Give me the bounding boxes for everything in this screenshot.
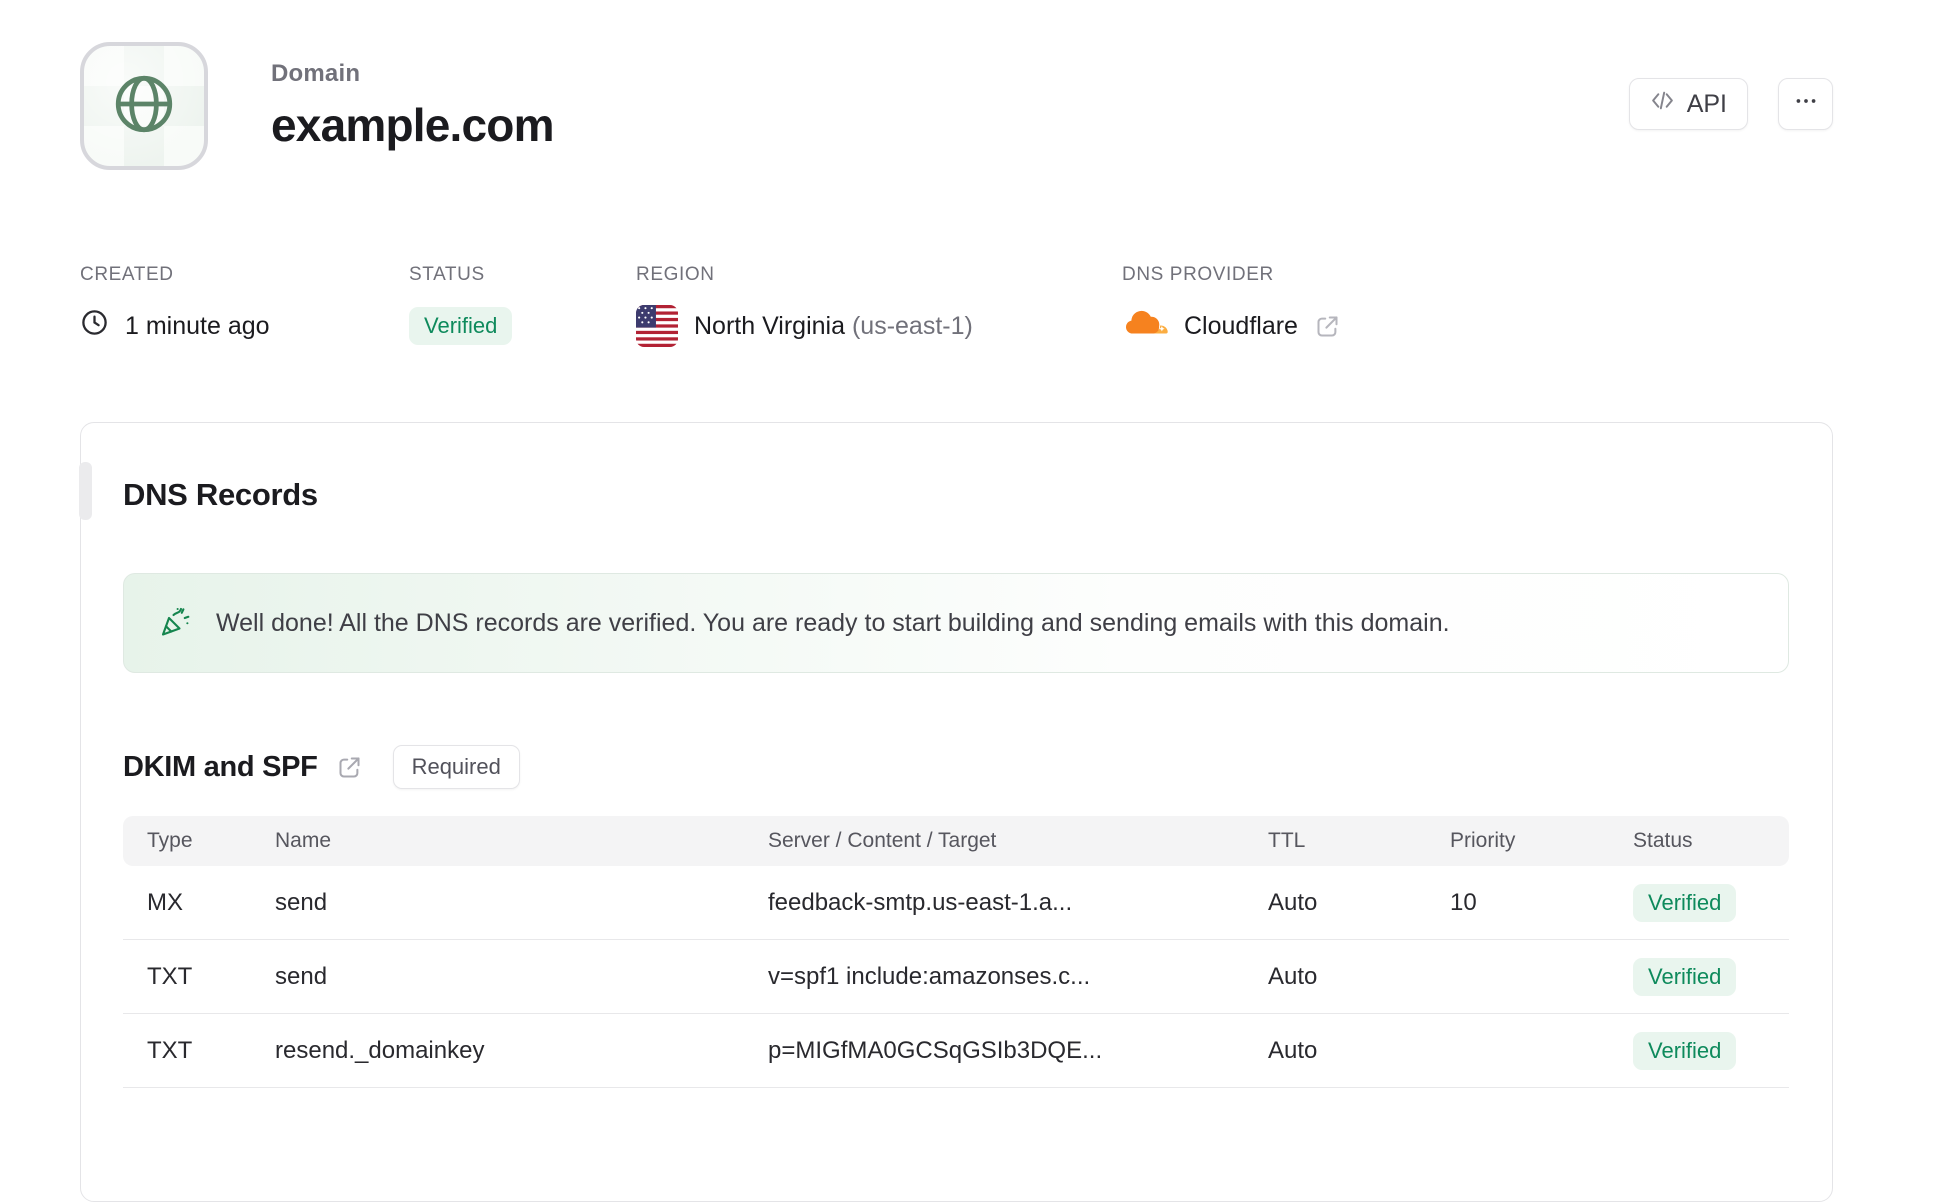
row-status-badge: Verified bbox=[1633, 1031, 1737, 1070]
success-banner-text: Well done! All the DNS records are verif… bbox=[216, 608, 1450, 637]
cell-name: send bbox=[275, 962, 328, 990]
dns-provider-label: DNS PROVIDER bbox=[1122, 264, 1274, 285]
cell-status: Verified bbox=[1633, 1031, 1765, 1070]
col-header-ttl: TTL bbox=[1268, 829, 1306, 852]
dns-table-header: Type Name Server / Content / Target TTL … bbox=[123, 816, 1789, 866]
party-popper-icon bbox=[157, 603, 193, 644]
page-header: Domain example.com API bbox=[80, 0, 1833, 170]
us-flag-icon bbox=[636, 305, 678, 347]
cell-priority: 10 bbox=[1450, 888, 1477, 916]
table-row: TXT resend._domainkey p=MIGfMA0GCSqGSIb3… bbox=[123, 1014, 1789, 1088]
status-badge: Verified bbox=[409, 307, 513, 345]
dns-records-title: DNS Records bbox=[123, 477, 318, 512]
cell-ttl: Auto bbox=[1268, 888, 1318, 916]
col-header-status: Status bbox=[1633, 829, 1693, 852]
dns-provider-value: Cloudflare bbox=[1184, 311, 1298, 340]
col-header-content: Server / Content / Target bbox=[768, 829, 997, 852]
cell-name: resend._domainkey bbox=[275, 1036, 485, 1064]
cell-type: TXT bbox=[147, 1036, 193, 1064]
required-badge: Required bbox=[392, 745, 520, 789]
cell-ttl: Auto bbox=[1268, 962, 1318, 990]
clock-icon bbox=[80, 308, 109, 344]
cell-content[interactable]: p=MIGfMA0GCSqGSIb3DQE... bbox=[768, 1037, 1268, 1065]
domain-meta: CREATED 1 minute ago STATUS Verified REG… bbox=[80, 264, 1833, 348]
api-button[interactable]: API bbox=[1628, 78, 1748, 130]
row-status-badge: Verified bbox=[1633, 957, 1737, 996]
cell-ttl: Auto bbox=[1268, 1036, 1318, 1064]
table-row: MX send feedback-smtp.us-east-1.a... Aut… bbox=[123, 866, 1789, 940]
created-label: CREATED bbox=[80, 264, 174, 285]
cell-type: TXT bbox=[147, 962, 193, 990]
dns-records-card: DNS Records Well done! All the DNS recor… bbox=[79, 422, 1833, 1202]
meta-status: STATUS Verified bbox=[409, 264, 636, 348]
domain-page: Domain example.com API CREATED 1 minute … bbox=[79, 0, 1833, 1202]
domain-avatar bbox=[80, 42, 208, 170]
cell-content[interactable]: v=spf1 include:amazonses.c... bbox=[768, 963, 1268, 991]
meta-created: CREATED 1 minute ago bbox=[80, 264, 409, 348]
cell-status: Verified bbox=[1633, 883, 1765, 922]
page-title: example.com bbox=[271, 99, 554, 151]
dkim-spf-header: DKIM and SPF Required bbox=[123, 745, 1789, 789]
header-actions: API bbox=[1628, 78, 1833, 130]
region-code: (us-east-1) bbox=[851, 311, 973, 340]
region-label: REGION bbox=[636, 264, 715, 285]
col-header-name: Name bbox=[275, 829, 332, 852]
cell-name: send bbox=[275, 888, 328, 916]
meta-dns-provider: DNS PROVIDER Cloudflare bbox=[1122, 264, 1341, 348]
success-banner: Well done! All the DNS records are verif… bbox=[123, 573, 1789, 673]
dkim-spf-title: DKIM and SPF bbox=[123, 750, 318, 783]
status-label: STATUS bbox=[409, 264, 485, 285]
col-header-type: Type bbox=[147, 829, 193, 852]
cloudflare-icon bbox=[1122, 308, 1168, 345]
meta-region: REGION North Virginia (us-east-1) bbox=[636, 264, 1122, 348]
page-eyebrow: Domain bbox=[271, 60, 361, 87]
table-row: TXT send v=spf1 include:amazonses.c... A… bbox=[123, 940, 1789, 1014]
code-icon bbox=[1650, 88, 1675, 120]
more-button[interactable] bbox=[1778, 78, 1833, 130]
col-header-priority: Priority bbox=[1450, 829, 1516, 852]
created-value: 1 minute ago bbox=[125, 311, 270, 340]
dns-table-body: MX send feedback-smtp.us-east-1.a... Aut… bbox=[123, 866, 1789, 1088]
ellipsis-icon bbox=[1793, 88, 1819, 121]
cell-content[interactable]: feedback-smtp.us-east-1.a... bbox=[768, 889, 1268, 917]
section-anchor-indicator bbox=[79, 462, 92, 520]
api-button-label: API bbox=[1686, 89, 1727, 118]
row-status-badge: Verified bbox=[1633, 883, 1737, 922]
title-block: Domain example.com bbox=[271, 42, 554, 152]
cell-type: MX bbox=[147, 888, 183, 916]
globe-icon bbox=[111, 71, 177, 142]
dns-table: Type Name Server / Content / Target TTL … bbox=[123, 816, 1789, 1088]
region-name: North Virginia bbox=[694, 311, 846, 340]
cell-status: Verified bbox=[1633, 957, 1765, 996]
external-link-icon[interactable] bbox=[1314, 313, 1341, 340]
external-link-icon[interactable] bbox=[336, 754, 363, 781]
